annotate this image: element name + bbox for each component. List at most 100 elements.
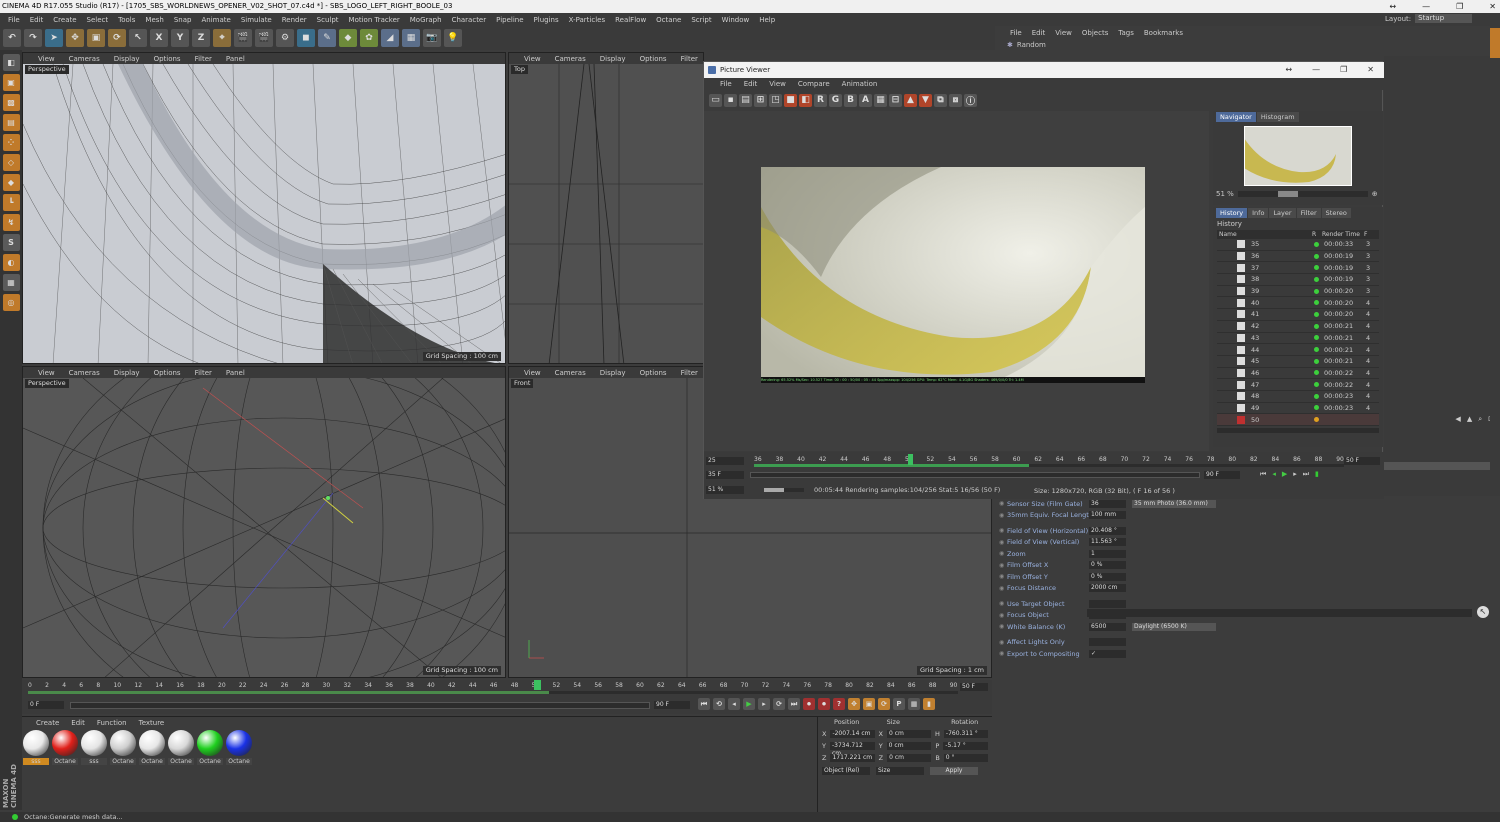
pv-range-slider[interactable] <box>750 472 1200 478</box>
save-button[interactable]: ▪ <box>724 93 737 107</box>
viewport-menu-display[interactable]: Display <box>107 55 147 63</box>
start-frame-field[interactable]: 0 F <box>28 701 64 709</box>
position-field[interactable]: -3734.712 cm <box>829 742 875 757</box>
rotation-field[interactable]: 0 ° <box>943 754 988 762</box>
attribute-preset-dropdown[interactable]: 35 mm Photo (36.0 mm) <box>1132 499 1216 508</box>
viewport-menu-cameras[interactable]: Cameras <box>548 55 593 63</box>
position-field[interactable]: -2007.14 cm <box>830 730 875 738</box>
pv-frame-start[interactable]: 25 <box>706 457 744 465</box>
solo-button[interactable]: ◎ <box>2 294 20 311</box>
object-menu-objects[interactable]: Objects <box>1077 29 1113 37</box>
pla-key-button[interactable]: ▦ <box>908 698 920 710</box>
viewport-menu-cameras[interactable]: Cameras <box>62 369 107 377</box>
image-canvas[interactable]: Rendering: 65.52% Ms/Sec: 10.527 Time: 0… <box>704 111 1209 451</box>
polygons-mode-button[interactable]: ◆ <box>2 174 20 191</box>
viewport-menu-view[interactable]: View <box>517 369 548 377</box>
paste-button[interactable]: ⧈ <box>949 93 962 107</box>
y-axis-button[interactable]: Y <box>171 29 189 47</box>
z-axis-button[interactable]: Z <box>192 29 210 47</box>
menu-help[interactable]: Help <box>754 16 780 24</box>
menu-simulate[interactable]: Simulate <box>236 16 277 24</box>
info-button[interactable]: ⓘ <box>964 93 977 107</box>
channel-r-button[interactable]: R <box>814 93 827 107</box>
pv-pin-button[interactable]: ↔ <box>1285 62 1292 78</box>
attribute-value-field[interactable] <box>1089 599 1126 608</box>
viewport-menu-cameras[interactable]: Cameras <box>62 55 107 63</box>
close-button[interactable]: ✕ <box>1489 0 1496 13</box>
viewport-menu-filter[interactable]: Filter <box>674 369 705 377</box>
pv-minimize-button[interactable]: — <box>1312 62 1320 78</box>
up-arrow-icon[interactable]: ▲ <box>1467 415 1472 427</box>
history-row[interactable]: 48 00:00:23 4 <box>1217 391 1379 403</box>
attribute-radio-icon[interactable]: ◉ <box>999 527 1007 534</box>
cube-button[interactable]: ◼ <box>297 29 315 47</box>
lut-button[interactable]: ▼ <box>919 93 932 107</box>
history-row[interactable]: 46 00:00:22 4 <box>1217 368 1379 380</box>
viewport-menu-options[interactable]: Options <box>633 369 674 377</box>
history-row[interactable]: 42 00:00:21 4 <box>1217 321 1379 333</box>
open-button[interactable]: ▭ <box>709 93 722 107</box>
pick-object-icon[interactable]: ↖ <box>1477 606 1489 618</box>
render-settings-button[interactable]: ⚙ <box>276 29 294 47</box>
object-menu-file[interactable]: File <box>1005 29 1027 37</box>
timeline-track[interactable] <box>28 691 958 694</box>
menu-x-particles[interactable]: X-Particles <box>564 16 610 24</box>
tab-stereo[interactable]: Stereo <box>1321 208 1351 218</box>
record-button[interactable]: ⏺ <box>803 698 815 710</box>
play-button[interactable]: ▶ <box>743 698 755 710</box>
pv-current-frame-marker[interactable] <box>908 454 913 465</box>
camera-button[interactable]: 📷 <box>423 29 441 47</box>
menu-select[interactable]: Select <box>82 16 114 24</box>
tab-histogram[interactable]: Histogram <box>1256 112 1299 122</box>
history-row[interactable]: 37 00:00:19 3 <box>1217 262 1379 275</box>
render-picture-viewer-button[interactable]: 🎬 <box>255 29 273 47</box>
size-field[interactable]: 0 cm <box>886 730 932 738</box>
pv-record-icon[interactable]: ▮ <box>1315 470 1319 479</box>
rotate-tool-button[interactable]: ⟳ <box>108 29 126 47</box>
material-item[interactable]: sss <box>81 730 107 765</box>
viewport-menu-filter[interactable]: Filter <box>188 55 219 63</box>
attribute-value-field[interactable]: 20.408 ° <box>1089 526 1126 535</box>
current-frame-marker[interactable] <box>534 680 541 690</box>
lock-workplane-button[interactable]: ▦ <box>2 274 20 291</box>
restore-button[interactable]: ❐ <box>1456 0 1463 13</box>
select-tool-button[interactable]: ➤ <box>45 29 63 47</box>
model-mode-button[interactable]: ▣ <box>2 74 20 91</box>
viewport-menu-display[interactable]: Display <box>593 55 633 63</box>
menu-file[interactable]: File <box>3 16 25 24</box>
region-button[interactable]: ◳ <box>769 93 782 107</box>
axis-mode-button[interactable]: ┗ <box>2 194 20 211</box>
snap-button[interactable]: S <box>2 234 20 251</box>
loop-button[interactable]: ⟲ <box>713 698 725 710</box>
attribute-value-field[interactable]: 11.563 ° <box>1089 538 1126 547</box>
layout-dropdown[interactable]: Startup <box>1415 14 1473 23</box>
object-menu-tags[interactable]: Tags <box>1113 29 1139 37</box>
channel-g-button[interactable]: G <box>829 93 842 107</box>
zoom-in-icon[interactable]: ⊕ <box>1372 190 1378 198</box>
attribute-radio-icon[interactable]: ◉ <box>999 650 1007 657</box>
stop-button[interactable]: ■ <box>784 93 797 107</box>
attribute-value-field[interactable]: ✓ <box>1089 649 1126 658</box>
scale-tool-button[interactable]: ▣ <box>87 29 105 47</box>
viewport-perspective-bottom[interactable]: View Cameras Display Options Filter Panel Per… <box>22 366 506 678</box>
pv-close-button[interactable]: ✕ <box>1367 62 1374 78</box>
attribute-radio-icon[interactable]: ◉ <box>999 562 1007 569</box>
history-row[interactable]: 39 00:00:20 3 <box>1217 286 1379 298</box>
attribute-radio-icon[interactable]: ◉ <box>999 585 1007 592</box>
menu-realflow[interactable]: RealFlow <box>610 16 651 24</box>
history-row[interactable]: 50 <box>1217 414 1379 426</box>
tab-layer[interactable]: Layer <box>1269 208 1296 218</box>
viewport-menu-options[interactable]: Options <box>147 369 188 377</box>
back-arrow-icon[interactable]: ◀ <box>1455 415 1460 427</box>
pv-menu-file[interactable]: File <box>714 80 738 88</box>
attribute-value-field[interactable]: 1 <box>1089 549 1126 558</box>
attribute-radio-icon[interactable]: ◉ <box>999 573 1007 580</box>
object-random[interactable]: Random <box>1017 41 1046 49</box>
pv-goto-end-icon[interactable]: ⏭ <box>1303 470 1309 479</box>
apply-button[interactable]: Apply <box>930 767 978 775</box>
attribute-radio-icon[interactable]: ◉ <box>999 612 1007 619</box>
attribute-radio-icon[interactable]: ◉ <box>999 539 1007 546</box>
attribute-preset-dropdown[interactable]: Daylight (6500 K) <box>1132 622 1216 631</box>
viewport-menu-options[interactable]: Options <box>147 55 188 63</box>
material-item[interactable]: Octane <box>226 730 252 765</box>
